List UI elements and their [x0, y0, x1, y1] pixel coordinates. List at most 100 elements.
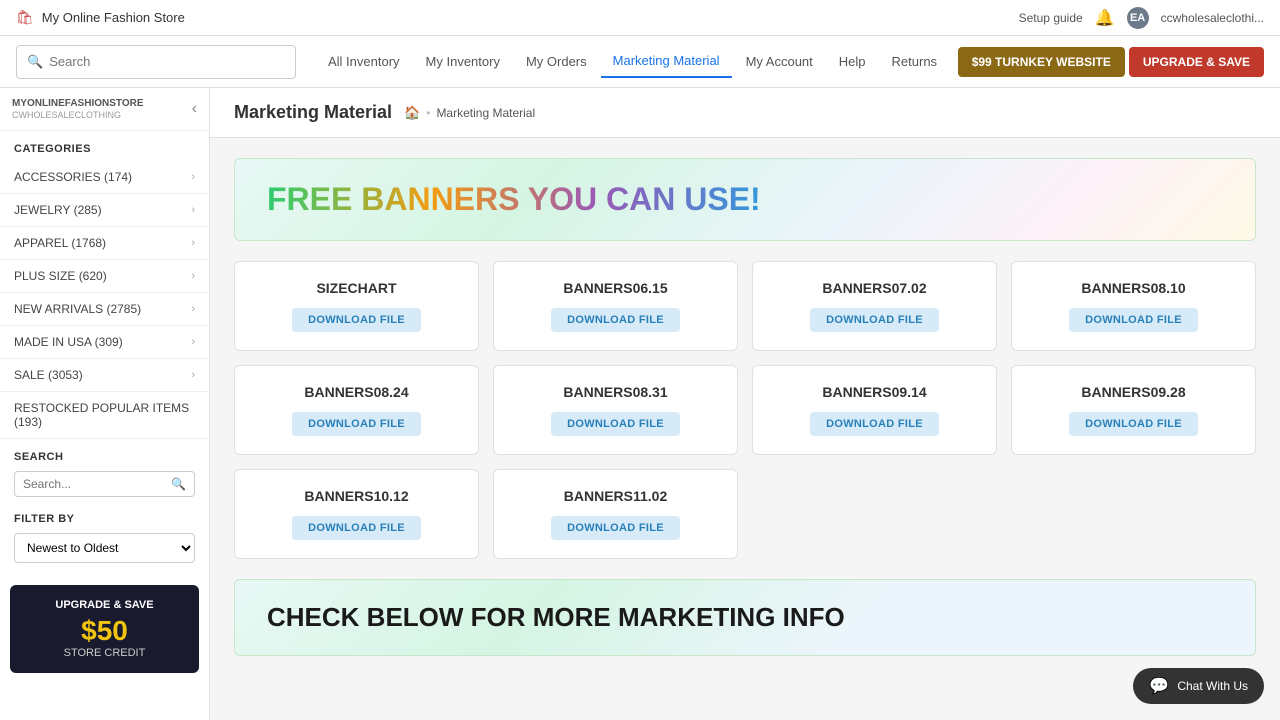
banner-card-0824: BANNERS08.24 DOWNLOAD FILE [234, 365, 479, 455]
chevron-right-icon: › [191, 204, 195, 216]
download-button-1102[interactable]: DOWNLOAD FILE [551, 516, 680, 540]
banner-card-0928: BANNERS09.28 DOWNLOAD FILE [1011, 365, 1256, 455]
store-name-label: My Online Fashion Store [42, 10, 185, 25]
category-accessories-label: ACCESSORIES (174) [14, 170, 132, 184]
logo-line2: CWHOLESALECLOTHING [12, 110, 144, 120]
nav-all-inventory[interactable]: All Inventory [316, 46, 412, 77]
upgrade-save-button[interactable]: UPGRADE & SAVE [1129, 47, 1264, 77]
banner-card-0831: BANNERS08.31 DOWNLOAD FILE [493, 365, 738, 455]
filter-by-title: FILTER BY [14, 513, 195, 525]
category-accessories[interactable]: ACCESSORIES (174) › [0, 161, 209, 194]
download-button-0702[interactable]: DOWNLOAD FILE [810, 308, 939, 332]
category-restocked[interactable]: RESTOCKED POPULAR ITEMS (193) [0, 392, 209, 439]
nav-returns[interactable]: Returns [880, 46, 950, 77]
chevron-right-icon: › [191, 336, 195, 348]
search-input[interactable] [49, 54, 285, 69]
top-bar: 🛍 My Online Fashion Store Setup guide 🔔 … [0, 0, 1280, 36]
download-button-0831[interactable]: DOWNLOAD FILE [551, 412, 680, 436]
sidebar: MYONLINEFASHIONSTORE CWHOLESALECLOTHING … [0, 88, 210, 720]
filter-select[interactable]: Newest to Oldest Oldest to Newest Price:… [14, 533, 195, 563]
download-button-0824[interactable]: DOWNLOAD FILE [292, 412, 421, 436]
chat-widget[interactable]: 💬 Chat With Us [1133, 668, 1264, 704]
chevron-right-icon: › [191, 237, 195, 249]
home-icon[interactable]: 🏠 [404, 105, 420, 121]
nav-marketing-material[interactable]: Marketing Material [601, 45, 732, 78]
turnkey-button[interactable]: $99 TURNKEY WEBSITE [958, 47, 1125, 77]
chevron-right-icon: › [191, 369, 195, 381]
category-sale[interactable]: SALE (3053) › [0, 359, 209, 392]
download-button-0928[interactable]: DOWNLOAD FILE [1069, 412, 1198, 436]
chat-label: Chat With Us [1177, 679, 1248, 693]
free-banners-banner: FREE BANNERS YOU CAN USE! [234, 158, 1256, 241]
category-made-in-usa[interactable]: MADE IN USA (309) › [0, 326, 209, 359]
bottom-promo-text: CHECK BELOW FOR MORE MARKETING INFO [267, 602, 845, 632]
sidebar-search-icon[interactable]: 🔍 [171, 477, 186, 491]
sidebar-logo: MYONLINEFASHIONSTORE CWHOLESALECLOTHING … [0, 88, 209, 131]
setup-guide-link[interactable]: Setup guide [1019, 11, 1083, 25]
notifications-bell[interactable]: 🔔 [1095, 8, 1115, 28]
bottom-promo-banner: CHECK BELOW FOR MORE MARKETING INFO [234, 579, 1256, 656]
category-sale-label: SALE (3053) [14, 368, 83, 382]
top-bar-right: Setup guide 🔔 EA ccwholesaleclothi... [1019, 7, 1264, 29]
sidebar-toggle[interactable]: ‹ [192, 100, 197, 118]
upgrade-banner-label: STORE CREDIT [20, 647, 189, 659]
banner-card-sizechart: SIZECHART DOWNLOAD FILE [234, 261, 479, 351]
nav-links: All Inventory My Inventory My Orders Mar… [316, 45, 949, 78]
download-button-0615[interactable]: DOWNLOAD FILE [551, 308, 680, 332]
chat-icon: 💬 [1149, 676, 1169, 696]
upgrade-banner-title: UPGRADE & SAVE [20, 599, 189, 611]
chevron-right-icon: › [191, 303, 195, 315]
category-apparel-label: APPAREL (1768) [14, 236, 106, 250]
category-new-arrivals-label: NEW ARRIVALS (2785) [14, 302, 141, 316]
category-jewelry[interactable]: JEWELRY (285) › [0, 194, 209, 227]
download-button-sizechart[interactable]: DOWNLOAD FILE [292, 308, 421, 332]
banner-card-title: BANNERS09.14 [769, 384, 980, 400]
banner-card-0914: BANNERS09.14 DOWNLOAD FILE [752, 365, 997, 455]
banner-card-1102: BANNERS11.02 DOWNLOAD FILE [493, 469, 738, 559]
upgrade-banner[interactable]: UPGRADE & SAVE $50 STORE CREDIT [10, 585, 199, 673]
download-button-0810[interactable]: DOWNLOAD FILE [1069, 308, 1198, 332]
category-plus-size-label: PLUS SIZE (620) [14, 269, 107, 283]
banner-card-0615: BANNERS06.15 DOWNLOAD FILE [493, 261, 738, 351]
layout: MYONLINEFASHIONSTORE CWHOLESALECLOTHING … [0, 88, 1280, 720]
nav-bar: 🔍 All Inventory My Inventory My Orders M… [0, 36, 1280, 88]
logo-line1: MYONLINEFASHIONSTORE [12, 98, 144, 110]
category-plus-size[interactable]: PLUS SIZE (620) › [0, 260, 209, 293]
category-made-in-usa-label: MADE IN USA (309) [14, 335, 123, 349]
category-apparel[interactable]: APPAREL (1768) › [0, 227, 209, 260]
banner-card-0810: BANNERS08.10 DOWNLOAD FILE [1011, 261, 1256, 351]
banner-card-title: SIZECHART [251, 280, 462, 296]
banner-card-title: BANNERS08.10 [1028, 280, 1239, 296]
banner-card-title: BANNERS06.15 [510, 280, 721, 296]
chevron-right-icon: › [191, 270, 195, 282]
banner-card-title: BANNERS08.31 [510, 384, 721, 400]
download-button-0914[interactable]: DOWNLOAD FILE [810, 412, 939, 436]
sidebar-search-box[interactable]: 🔍 [14, 471, 195, 497]
chevron-right-icon: › [191, 171, 195, 183]
breadcrumb: 🏠 • Marketing Material [404, 105, 535, 121]
upgrade-banner-amount: $50 [20, 615, 189, 647]
banner-card-title: BANNERS07.02 [769, 280, 980, 296]
banner-card-1012: BANNERS10.12 DOWNLOAD FILE [234, 469, 479, 559]
nav-help[interactable]: Help [827, 46, 878, 77]
breadcrumb-bar: Marketing Material 🏠 • Marketing Materia… [210, 88, 1280, 138]
nav-my-account[interactable]: My Account [734, 46, 825, 77]
banner-card-title: BANNERS09.28 [1028, 384, 1239, 400]
breadcrumb-current: Marketing Material [436, 106, 535, 120]
banner-card-title: BANNERS10.12 [251, 488, 462, 504]
nav-my-inventory[interactable]: My Inventory [414, 46, 512, 77]
category-new-arrivals[interactable]: NEW ARRIVALS (2785) › [0, 293, 209, 326]
content-area: FREE BANNERS YOU CAN USE! SIZECHART DOWN… [210, 138, 1280, 676]
categories-section-title: CATEGORIES [0, 131, 209, 161]
search-icon: 🔍 [27, 54, 43, 70]
filter-section: FILTER BY Newest to Oldest Oldest to New… [0, 503, 209, 573]
category-jewelry-label: JEWELRY (285) [14, 203, 102, 217]
search-box[interactable]: 🔍 [16, 45, 296, 79]
nav-my-orders[interactable]: My Orders [514, 46, 599, 77]
banner-card-title: BANNERS08.24 [251, 384, 462, 400]
category-restocked-label: RESTOCKED POPULAR ITEMS (193) [14, 401, 195, 429]
avatar[interactable]: EA [1127, 7, 1149, 29]
account-label: ccwholesaleclothi... [1161, 11, 1264, 25]
download-button-1012[interactable]: DOWNLOAD FILE [292, 516, 421, 540]
sidebar-search-input[interactable] [23, 477, 166, 491]
